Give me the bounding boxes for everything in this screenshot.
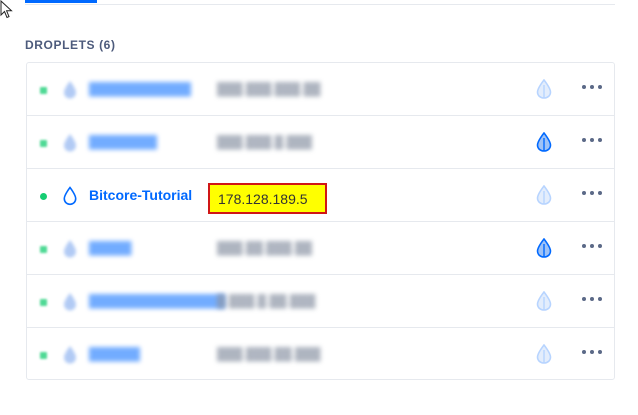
- droplet-name-link[interactable]: █████: [89, 241, 132, 255]
- more-options-icon: [582, 350, 586, 354]
- more-options-button[interactable]: [580, 130, 604, 150]
- status-indicator: [40, 140, 47, 147]
- droplet-ip-address: █.███.█.██.███: [217, 294, 316, 308]
- status-indicator: [40, 193, 47, 200]
- mouse-pointer-icon: [0, 0, 13, 19]
- droplet-ip-address[interactable]: 178.128.189.5: [218, 191, 308, 207]
- more-options-icon: [582, 85, 586, 89]
- status-indicator: [40, 352, 47, 359]
- backup-droplet-icon: [536, 238, 552, 258]
- droplet-icon: [64, 240, 76, 258]
- more-options-button[interactable]: [580, 342, 604, 362]
- droplet-row[interactable]: ██████ ███.███.██.███: [27, 328, 614, 381]
- droplet-row[interactable]: Bitcore-Tutorial 178.128.189.5: [27, 169, 614, 222]
- backup-droplet-icon: [536, 185, 552, 205]
- tab-active-indicator[interactable]: [25, 0, 97, 3]
- droplet-name-link[interactable]: ████████: [89, 135, 157, 149]
- droplet-icon: [64, 346, 76, 364]
- more-options-icon: [582, 244, 586, 248]
- more-options-icon: [582, 191, 586, 195]
- droplet-icon: [63, 186, 77, 206]
- droplet-row[interactable]: ████████████████ █.███.█.██.███: [27, 275, 614, 328]
- droplet-ip-address: ███.███.██.███: [217, 347, 321, 361]
- droplet-ip-address: ███.███.███.██: [217, 82, 321, 96]
- ip-highlight-box: 178.128.189.5: [208, 183, 327, 214]
- more-options-button[interactable]: [580, 77, 604, 97]
- more-options-icon: [582, 297, 586, 301]
- backup-droplet-icon: [536, 344, 552, 364]
- status-indicator: [40, 246, 47, 253]
- droplets-list: ████████████ ███.███.███.██ ████████ ███…: [26, 62, 615, 380]
- backup-droplet-icon: [536, 291, 552, 311]
- droplet-row[interactable]: █████ ███.██.███.██: [27, 222, 614, 275]
- status-indicator: [40, 87, 47, 94]
- tab-strip: [25, 0, 615, 5]
- droplet-ip-address: ███.███.█.███: [217, 135, 313, 149]
- droplet-row[interactable]: ████████████ ███.███.███.██: [27, 63, 614, 116]
- more-options-button[interactable]: [580, 183, 604, 203]
- status-indicator: [40, 299, 47, 306]
- more-options-button[interactable]: [580, 289, 604, 309]
- backup-droplet-icon: [536, 79, 552, 99]
- droplets-section-title: DROPLETS (6): [25, 38, 116, 52]
- droplet-name-link[interactable]: ████████████████: [89, 294, 225, 308]
- droplet-name-link[interactable]: ██████: [89, 347, 140, 361]
- droplet-icon: [64, 81, 76, 99]
- droplet-icon: [64, 293, 76, 311]
- droplet-row[interactable]: ████████ ███.███.█.███: [27, 116, 614, 169]
- droplet-ip-address: ███.██.███.██: [217, 241, 313, 255]
- backup-droplet-icon: [536, 132, 552, 152]
- droplet-icon: [64, 134, 76, 152]
- droplets-page: DROPLETS (6) ████████████ ███.███.███.██: [0, 0, 638, 415]
- droplet-name-link[interactable]: ████████████: [89, 82, 191, 96]
- more-options-button[interactable]: [580, 236, 604, 256]
- more-options-icon: [582, 138, 586, 142]
- droplet-name-link[interactable]: Bitcore-Tutorial: [89, 187, 192, 203]
